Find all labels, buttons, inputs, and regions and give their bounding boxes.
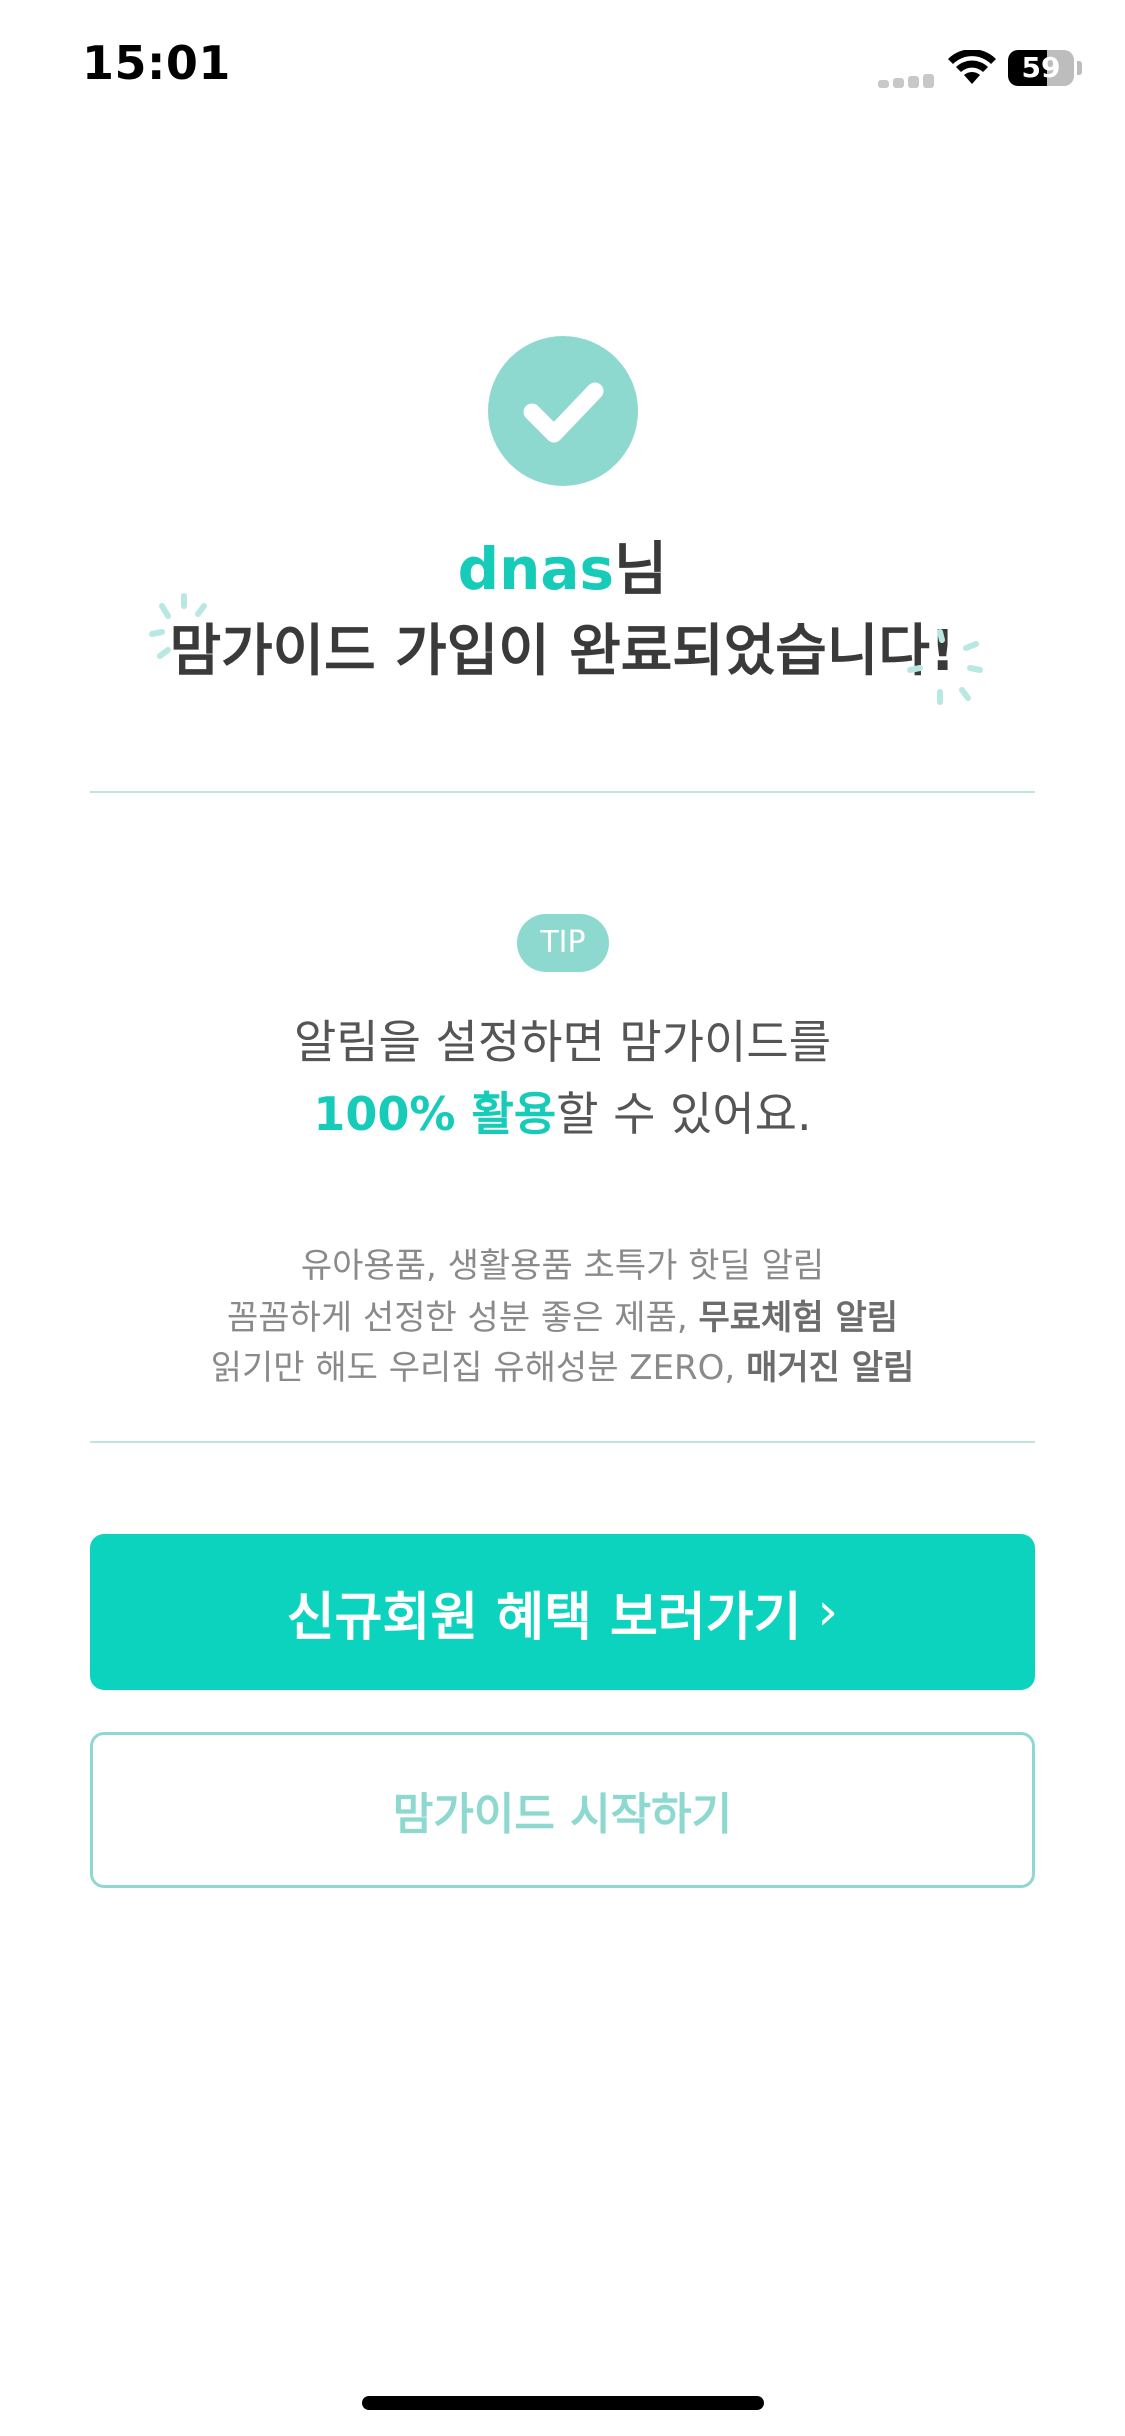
battery-icon: 59 — [1008, 50, 1074, 86]
tip-highlight: 100% 활용 — [313, 1087, 557, 1141]
feature-text: 꼼꼼하게 선정한 성분 좋은 제품, — [226, 1298, 699, 1338]
feature-magazine-alert: 읽기만 해도 우리집 유해성분 ZERO, 매거진 알림 — [0, 1340, 1125, 1389]
status-time: 15:01 — [82, 36, 231, 90]
username: dnas — [457, 535, 615, 603]
divider-bottom — [90, 1441, 1035, 1443]
feature-strong: 매거진 알림 — [746, 1348, 915, 1388]
battery-nub — [1077, 61, 1082, 75]
new-member-benefits-button[interactable]: 신규회원 혜택 보러가기 › — [90, 1534, 1035, 1690]
feature-strong: 알림 — [761, 1246, 825, 1286]
tip-badge: TIP — [517, 914, 609, 972]
sparkle-left-icon — [149, 593, 207, 659]
divider-top — [90, 791, 1035, 793]
new-member-benefits-label: 신규회원 혜택 보러가기 — [286, 1587, 802, 1648]
feature-hotdeal-alert: 유아용품, 생활용품 초특가 핫딜 알림 — [0, 1238, 1125, 1287]
tip-line-2: 100% 활용할 수 있어요. — [0, 1078, 1125, 1144]
feature-text: 읽기만 해도 우리집 유해성분 ZERO, — [210, 1348, 747, 1388]
check-icon — [488, 336, 638, 486]
start-momguide-label: 맘가이드 시작하기 — [392, 1789, 733, 1840]
start-momguide-button[interactable]: 맘가이드 시작하기 — [90, 1732, 1035, 1888]
cellular-signal-icon — [878, 74, 934, 88]
chevron-right-icon: › — [817, 1582, 839, 1642]
feature-free-trial-alert: 꼼꼼하게 선정한 성분 좋은 제품, 무료체험 알림 — [0, 1290, 1125, 1339]
battery-level: 59 — [1021, 51, 1061, 84]
tip-line-1: 알림을 설정하면 맘가이드를 — [293, 1015, 832, 1069]
sparkle-right-icon — [907, 629, 983, 705]
tip-line-2-rest: 할 수 있어요. — [556, 1087, 812, 1141]
home-indicator[interactable] — [362, 2396, 764, 2410]
feature-strong: 무료체험 알림 — [698, 1298, 899, 1338]
honorific: 님 — [614, 535, 668, 603]
status-bar: 15:01 59 — [0, 0, 1125, 140]
wifi-icon — [948, 50, 996, 84]
signup-complete-screen: 15:01 59 dnas님 맘가이드 가입이 완료되었습니다! TIP 알림을… — [0, 0, 1125, 2436]
feature-text: 유아용품, 생활용품 초특가 핫딜 — [300, 1246, 762, 1286]
